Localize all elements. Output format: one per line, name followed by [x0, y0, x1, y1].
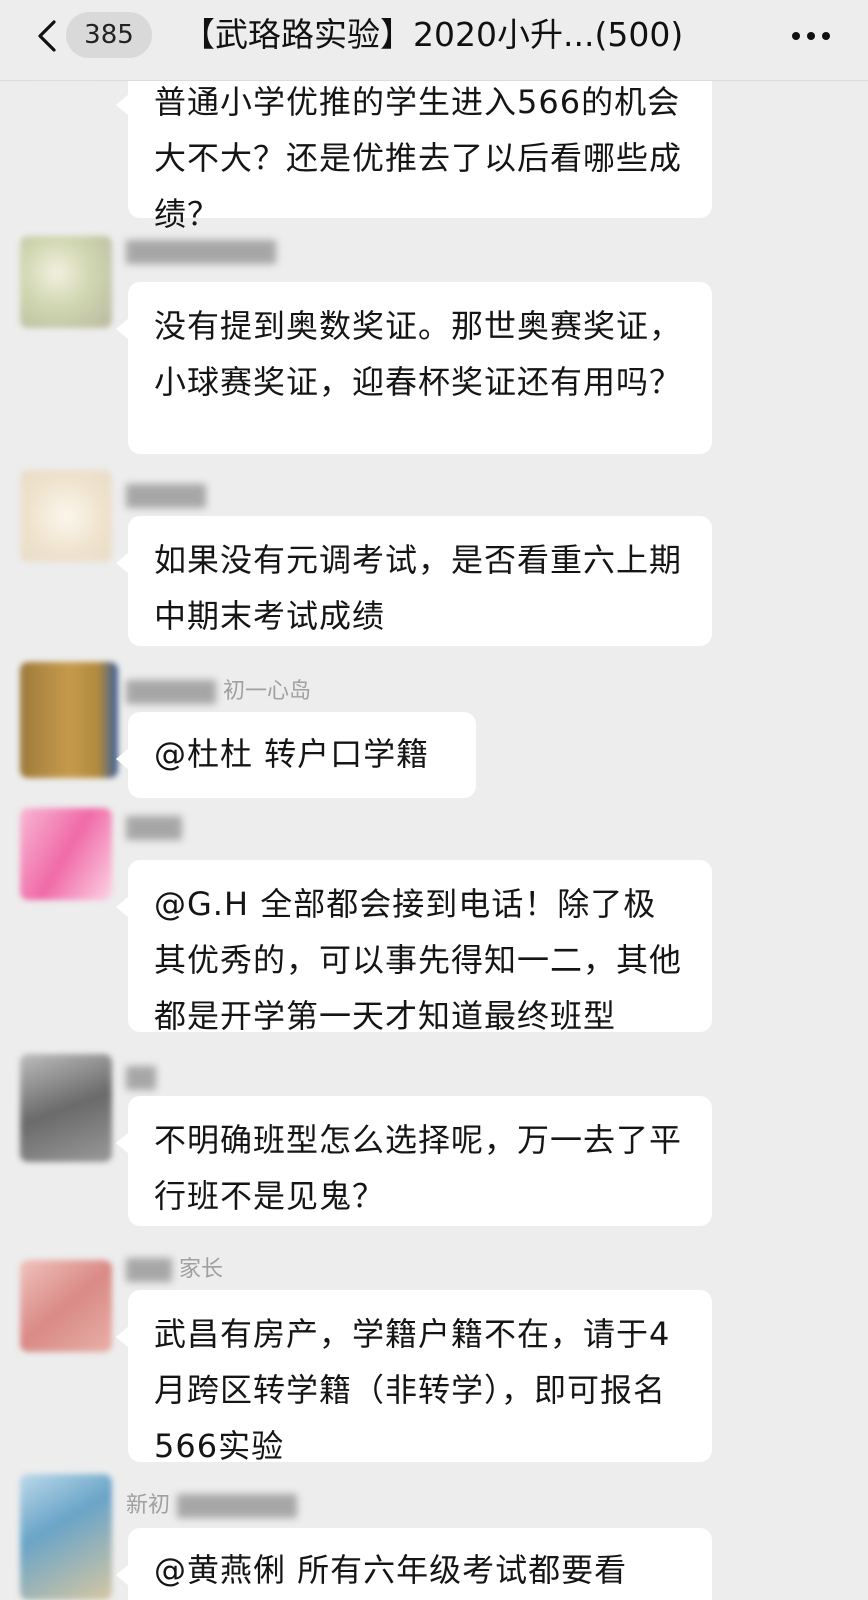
sender-name-redacted [126, 816, 182, 840]
message-text: 没有提到奥数奖证。那世奥赛奖证，小球赛奖证，迎春杯奖证还有用吗？ [154, 307, 683, 401]
sender-name: 新初 [126, 1490, 298, 1522]
sender-name: 初一心岛 [126, 676, 311, 708]
avatar[interactable] [20, 236, 112, 328]
sender-name-text: 家长 [179, 1257, 224, 1282]
unread-count-badge[interactable]: 385 [66, 12, 152, 58]
message-text: @杜杜 转户口学籍 [154, 735, 430, 773]
sender-name: 家长 [126, 1254, 223, 1286]
message-bubble[interactable]: 如果没有元调考试，是否看重六上期中期末考试成绩 [116, 516, 712, 646]
avatar[interactable] [20, 1474, 112, 1600]
sender-name-text: 新初 [126, 1493, 171, 1518]
message-bubble[interactable]: @黄燕俐 所有六年级考试都要看 [116, 1528, 712, 1600]
message-bubble[interactable]: 没有提到奥数奖证。那世奥赛奖证，小球赛奖证，迎春杯奖证还有用吗？ [116, 282, 712, 454]
sender-name [126, 480, 206, 512]
sender-name-redacted [126, 240, 276, 264]
message-bubble[interactable]: 武昌有房产，学籍户籍不在，请于4月跨区转学籍（非转学），即可报名566实验 [116, 1290, 712, 1465]
sender-name-redacted [126, 484, 206, 508]
avatar[interactable] [20, 1260, 112, 1352]
sender-name-text: 初一心岛 [223, 679, 312, 704]
message-bubble[interactable]: @杜杜 转户口学籍 [116, 712, 476, 798]
message-text: 不明确班型怎么选择呢，万一去了平行班不是见鬼？ [154, 1121, 683, 1215]
avatar[interactable] [20, 470, 112, 562]
avatar[interactable] [20, 808, 112, 900]
sender-name [126, 812, 182, 844]
message-text: @黄燕俐 所有六年级考试都要看 [154, 1551, 628, 1589]
message-text: 普通小学优推的学生进入566的机会大不大？还是优推去了以后看哪些成绩？ [154, 83, 683, 233]
avatar[interactable] [20, 662, 118, 778]
more-options-icon[interactable] [786, 18, 836, 54]
sender-name-redacted [126, 1258, 172, 1282]
chat-title: 【武珞路实验】2020小升...(500) [182, 15, 684, 54]
sender-name-redacted [126, 1066, 156, 1090]
back-chevron-icon[interactable] [28, 16, 68, 56]
sender-name-redacted [177, 1494, 298, 1518]
message-bubble[interactable]: 普通小学优推的学生进入566的机会大不大？还是优推去了以后看哪些成绩？ [116, 58, 712, 233]
sender-name-redacted [126, 680, 216, 704]
sender-name [126, 236, 276, 268]
message-bubble[interactable]: 不明确班型怎么选择呢，万一去了平行班不是见鬼？ [116, 1096, 712, 1226]
message-text: 如果没有元调考试，是否看重六上期中期末考试成绩 [154, 541, 683, 635]
chat-screen: 普通小学优推的学生进入566的机会大不大？还是优推去了以后看哪些成绩？ 没有提到… [0, 0, 868, 1600]
message-text: @G.H 全部都会接到电话！除了极其优秀的，可以事先得知一二，其他都是开学第一天… [154, 885, 683, 1035]
chat-header: 385 【武珞路实验】2020小升...(500) [0, 0, 868, 81]
message-bubble[interactable]: @G.H 全部都会接到电话！除了极其优秀的，可以事先得知一二，其他都是开学第一天… [116, 860, 712, 1035]
sender-name [126, 1062, 156, 1094]
avatar[interactable] [20, 1054, 112, 1162]
message-text: 武昌有房产，学籍户籍不在，请于4月跨区转学籍（非转学），即可报名566实验 [154, 1315, 671, 1465]
